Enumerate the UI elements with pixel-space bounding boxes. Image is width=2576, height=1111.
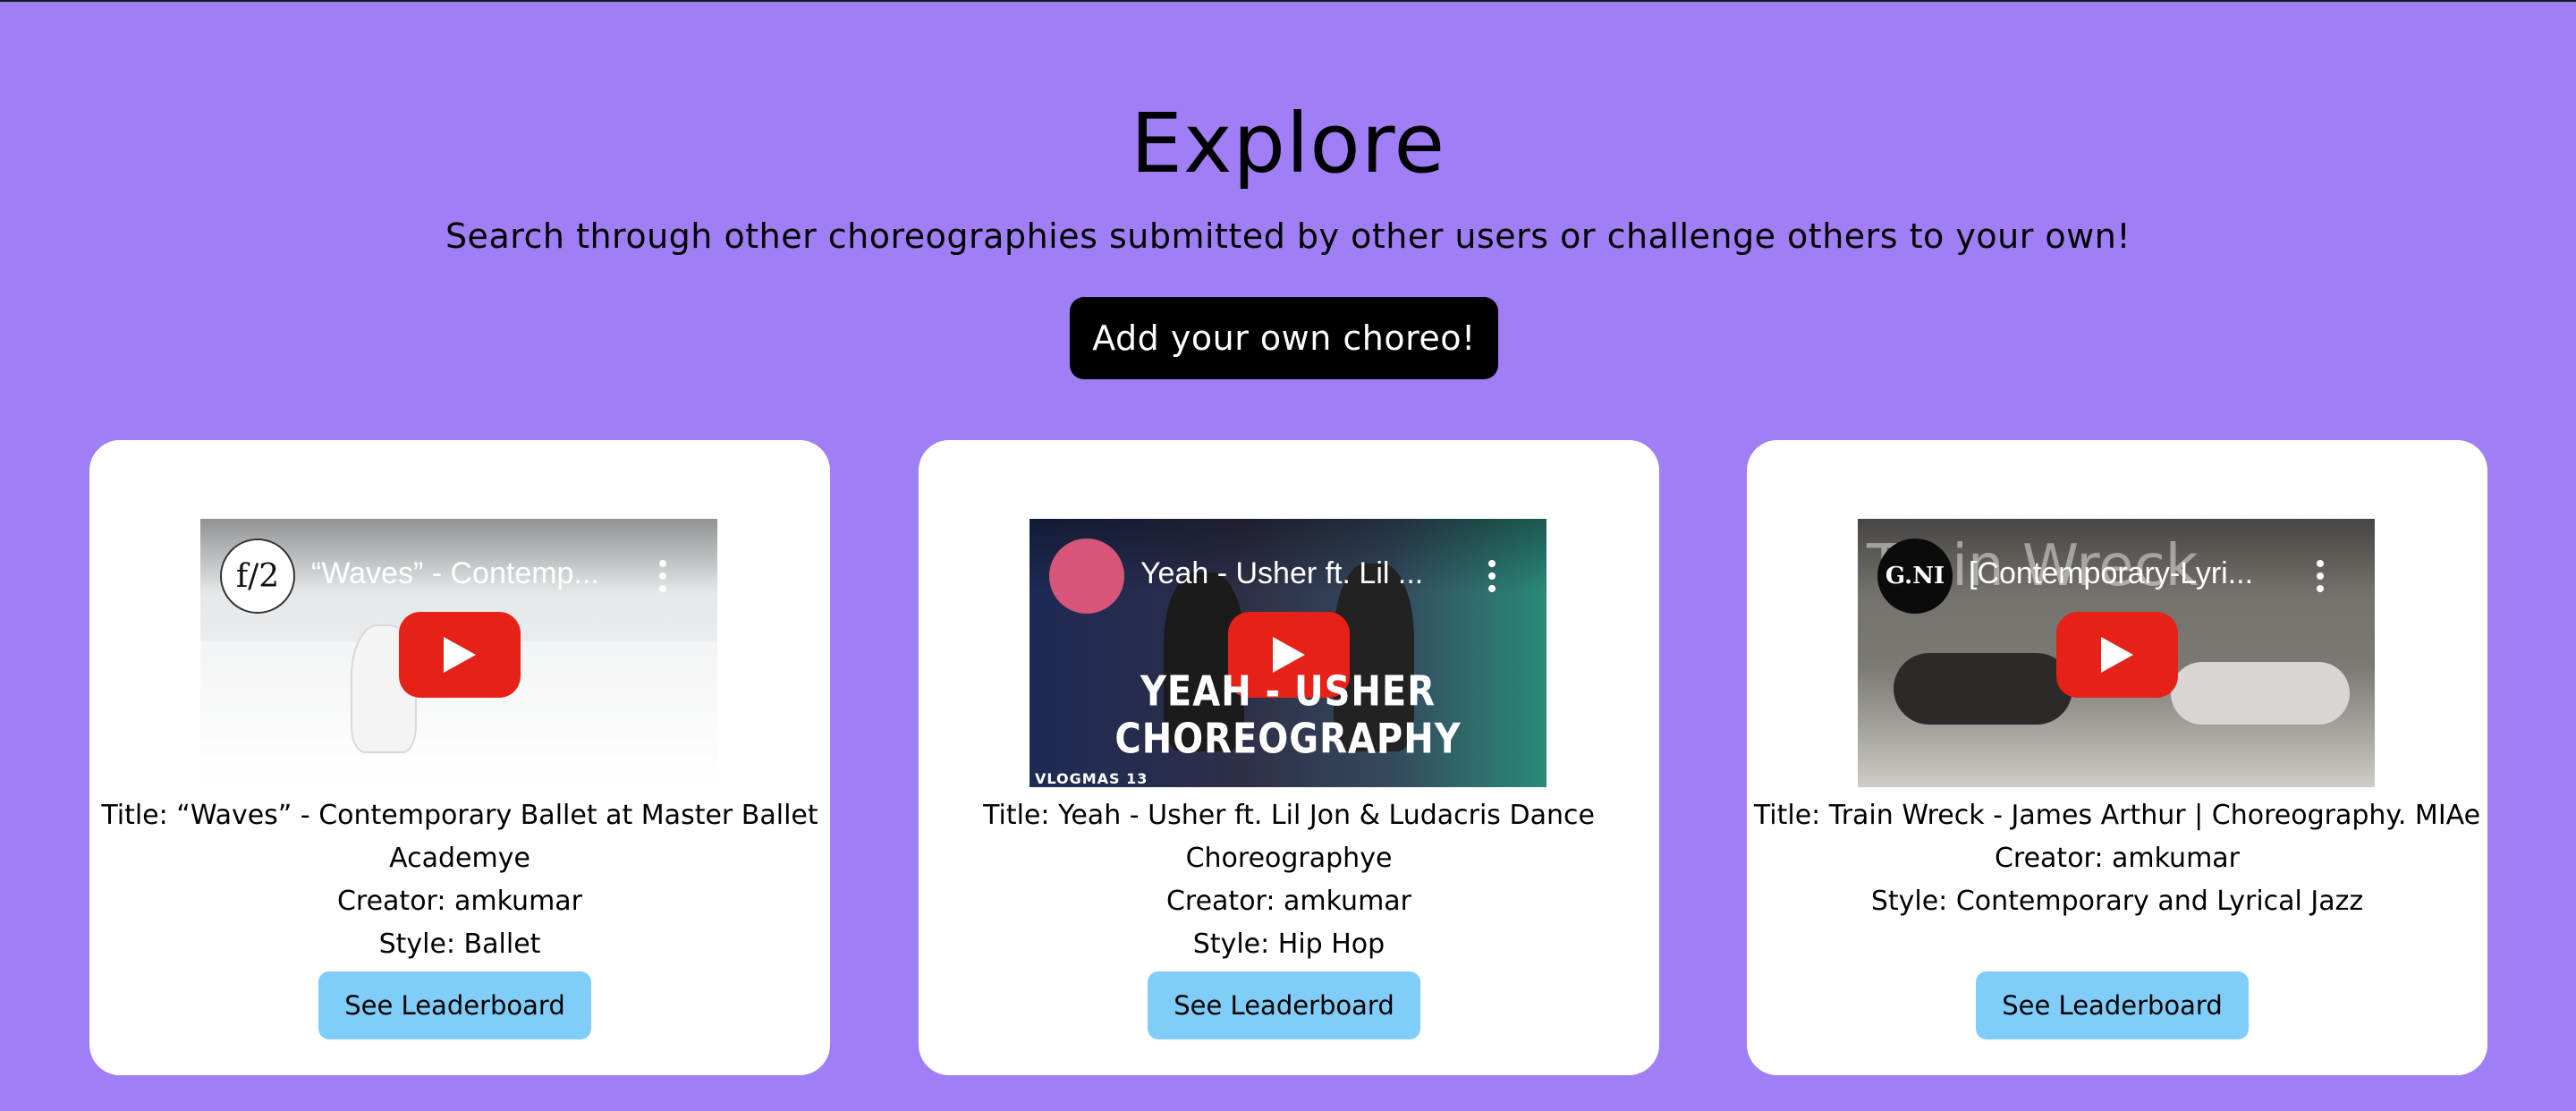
choreo-info: Title: Train Wreck - James Arthur | Chor…	[1752, 794, 2482, 923]
choreo-creator: Creator: amkumar	[336, 886, 583, 917]
dancer-figure	[2171, 662, 2350, 725]
youtube-play-icon[interactable]	[399, 612, 521, 698]
page-title: Explore	[1130, 96, 1446, 191]
choreo-creator: Creator: amkumar	[1994, 843, 2241, 874]
video-embed[interactable]: Train Wreck G.NI [Contemporary-Lyri...	[1858, 519, 2375, 787]
video-title[interactable]: [Contemporary-Lyri...	[1969, 556, 2273, 591]
dancer-figure	[1894, 653, 2072, 725]
youtube-play-icon[interactable]	[2056, 612, 2178, 698]
choreo-style: Style: Ballet	[378, 929, 541, 960]
kebab-menu-icon[interactable]	[2316, 560, 2325, 592]
choreo-title: Title: Train Wreck - James Arthur | Chor…	[1753, 800, 2481, 831]
channel-avatar[interactable]: G.NI	[1877, 539, 1953, 614]
see-leaderboard-button[interactable]: See Leaderboard	[1976, 971, 2249, 1039]
channel-avatar[interactable]	[1049, 539, 1124, 614]
choreo-card: f/2 “Waves” - Contemp... Title: “Waves” …	[89, 440, 830, 1075]
choreo-card: Train Wreck G.NI [Contemporary-Lyri... T…	[1747, 440, 2487, 1075]
video-embed[interactable]: Yeah - Usher ft. Lil ... YEAH - USHER CH…	[1030, 519, 1546, 787]
page-subtitle: Search through other choreographies subm…	[445, 216, 2131, 256]
video-title[interactable]: “Waves” - Contemp...	[311, 556, 615, 591]
video-embed[interactable]: f/2 “Waves” - Contemp...	[200, 519, 717, 787]
see-leaderboard-button[interactable]: See Leaderboard	[318, 971, 591, 1039]
choreo-info: Title: Yeah - Usher ft. Lil Jon & Ludacr…	[924, 794, 1654, 966]
video-title[interactable]: Yeah - Usher ft. Lil ...	[1140, 556, 1445, 591]
channel-avatar[interactable]: f/2	[220, 539, 295, 614]
choreo-card: Yeah - Usher ft. Lil ... YEAH - USHER CH…	[919, 440, 1659, 1075]
choreo-title: Title: “Waves” - Contemporary Ballet at …	[101, 800, 818, 874]
choreo-creator: Creator: amkumar	[1165, 886, 1412, 917]
kebab-menu-icon[interactable]	[658, 560, 667, 592]
choreo-style: Style: Contemporary and Lyrical Jazz	[1870, 886, 2364, 917]
add-choreo-button[interactable]: Add your own choreo!	[1070, 297, 1498, 379]
kebab-menu-icon[interactable]	[1487, 560, 1496, 592]
choreo-style: Style: Hip Hop	[1192, 929, 1385, 960]
thumbnail-caption: YEAH - USHER CHOREOGRAPHY	[1114, 668, 1462, 763]
choreo-info: Title: “Waves” - Contemporary Ballet at …	[95, 794, 825, 966]
choreo-title: Title: Yeah - Usher ft. Lil Jon & Ludacr…	[983, 800, 1595, 874]
see-leaderboard-button[interactable]: See Leaderboard	[1148, 971, 1420, 1039]
thumbnail-tag: VLOGMAS 13	[1035, 770, 1148, 787]
